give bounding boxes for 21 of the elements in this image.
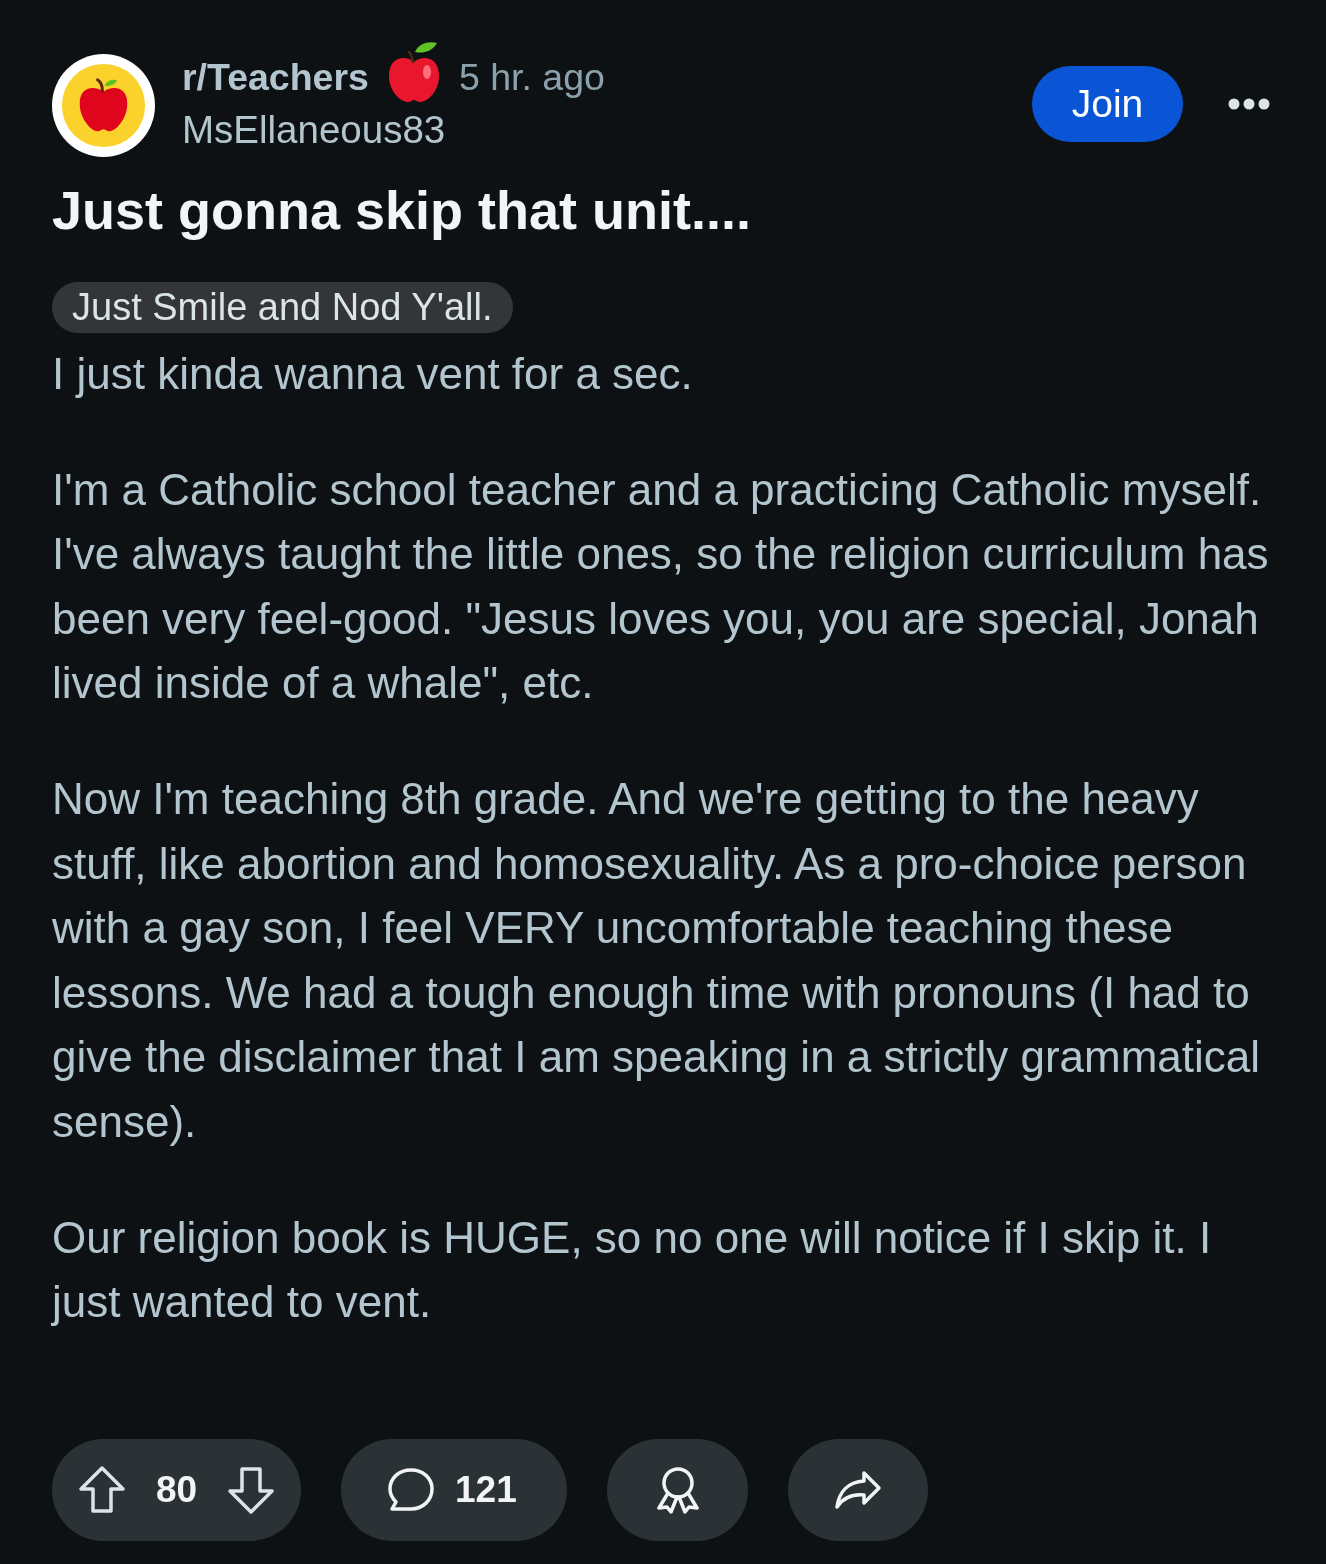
post-paragraph: Now I'm teaching 8th grade. And we're getting to the heavy stuff, like abortion and homosexuality. As a pro-choice person with a gay son, I feel VERY uncomfortable teaching these lessons. We had a tough enough time with pronouns (I had to give the disclaimer that I am speaking in a strictly grammatical sense). [52,772,1262,1148]
post-time: 5 hr. ago [458,56,605,99]
vote-score: 80 [155,1468,198,1511]
apple-icon [386,39,441,102]
post-paragraph: I'm a Catholic school teacher and a practicing Catholic myself. I've always taught the little ones, so the religion curriculum has been very feel-good. "Jesus loves you, you are special, Jonah lived inside of a whale", etc. [52,463,1270,710]
post-flair[interactable]: Just Smile and Nod Y'all. [52,282,513,333]
post-paragraph: Our religion book is HUGE, so no one will notice if I skip it. I just wanted to vent. [52,1211,1213,1329]
comment-bubble-icon [387,1466,435,1513]
award-ribbon-icon [654,1465,701,1514]
subreddit-avatar-icon [52,54,155,157]
subreddit-name[interactable]: r/Teachers [182,56,369,99]
share-arrow-icon [834,1469,882,1510]
author-name[interactable]: MsEllaneous83 [182,107,1032,152]
downvote-icon[interactable] [227,1464,275,1515]
upvote-icon[interactable] [78,1464,126,1515]
join-button[interactable]: Join [1032,65,1183,142]
comment-count: 121 [455,1468,517,1511]
post-paragraph: I just kinda wanna vent for a sec. [52,348,694,400]
comments-button[interactable]: 121 [341,1438,567,1541]
more-options-icon[interactable] [1228,97,1270,110]
post-title[interactable]: Just gonna skip that unit.... [52,179,1280,241]
